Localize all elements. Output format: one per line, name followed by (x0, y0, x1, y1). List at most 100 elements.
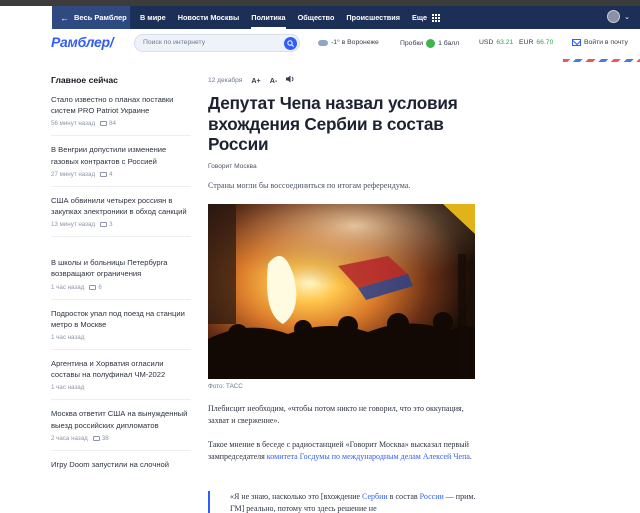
chevron-down-icon: ⌄ (624, 13, 630, 21)
article: 12 декабря A+ A- Депутат Чепа назвал усл… (208, 75, 478, 513)
all-rambler-label: Весь Рамблер (74, 13, 127, 22)
comments-count[interactable]: 4 (100, 171, 113, 178)
traffic-value: 1 балл (438, 40, 460, 47)
news-title[interactable]: Стало известно о планах поставки систем … (51, 94, 191, 116)
eur-rate[interactable]: EUR 66.70 (519, 39, 553, 46)
article-source[interactable]: Говорит Москва (208, 163, 478, 170)
news-title[interactable]: В Венгрии допустили изменение газовых ко… (51, 144, 191, 166)
list-item[interactable]: В Венгрии допустили изменение газовых ко… (51, 144, 191, 187)
article-meta: 12 декабря A+ A- (208, 75, 478, 85)
font-increase-button[interactable]: A+ (251, 76, 260, 85)
serbia-link[interactable]: Сербии (362, 492, 388, 501)
list-item[interactable]: Стало известно о планах поставки систем … (51, 94, 191, 137)
news-meta: 13 минут назад 3 (51, 221, 191, 228)
nav-item-more[interactable]: Еще (412, 12, 441, 23)
eur-label: EUR (519, 39, 534, 46)
list-item[interactable]: Игру Doom запустили на слочной (51, 459, 191, 478)
mail-icon (572, 39, 581, 46)
news-title[interactable]: США обвинили четырех россиян в закупках … (51, 195, 191, 217)
article-photo[interactable] (208, 204, 475, 379)
traffic-status-icon (426, 39, 436, 48)
cloud-icon (318, 39, 328, 46)
news-time: 1 час назад (51, 283, 85, 291)
usd-value: 63.21 (496, 39, 514, 46)
usd-label: USD (479, 39, 494, 46)
news-meta: 56 минут назад 84 (51, 120, 191, 127)
comment-icon (100, 222, 108, 228)
search-input[interactable]: Поиск по интернету (134, 34, 300, 52)
mail-login-link[interactable]: Войти в почту (572, 39, 628, 46)
quote-mid: в состав (387, 492, 420, 501)
photo-credit: Фото: ТАСС (208, 383, 243, 390)
comments-count[interactable]: 38 (92, 435, 109, 442)
list-item[interactable]: США обвинили четырех россиян в закупках … (51, 195, 191, 238)
list-item[interactable]: В школы и больницы Петербурга возвращают… (51, 257, 191, 300)
font-decrease-button[interactable]: A- (270, 76, 278, 85)
article-paragraph-2: Такое мнение в беседе с радиостанцией «Г… (208, 439, 476, 463)
ad-spacer (51, 245, 191, 257)
nav-item-world[interactable]: В мире (140, 13, 166, 22)
paragraph-end: . (469, 452, 472, 461)
russia-link[interactable]: России (420, 492, 444, 501)
search-button[interactable] (284, 37, 297, 50)
speaker-icon[interactable] (286, 75, 295, 85)
user-menu[interactable]: ⌄ (607, 10, 630, 23)
news-time: 2 часа назад (51, 434, 88, 442)
nav-item-incidents[interactable]: Происшествия (346, 13, 400, 22)
news-meta: 1 час назад 6 (51, 284, 191, 291)
traffic-widget[interactable]: Пробки 1 балл (400, 39, 459, 48)
news-title[interactable]: В школы и больницы Петербурга возвращают… (51, 257, 191, 279)
nav-item-society[interactable]: Общество (298, 13, 335, 22)
usd-rate[interactable]: USD 63.21 (479, 39, 513, 46)
news-title[interactable]: Аргентина и Хорватия огласили составы на… (51, 358, 191, 380)
news-meta: 27 минут назад 4 (51, 171, 191, 178)
traffic-label: Пробки (400, 40, 424, 47)
news-title[interactable]: Подросток упал под поезд на станции метр… (51, 308, 191, 330)
news-title[interactable]: Игру Doom запустили на слочной (51, 459, 191, 470)
mail-login-label: Войти в почту (584, 39, 628, 46)
committee-link[interactable]: комитета Госдумы по международным делам … (267, 452, 470, 461)
news-time: 27 минут назад (51, 170, 96, 178)
article-paragraph-1: Плебисцит необходим, «чтобы потом никто … (208, 404, 464, 425)
article-date: 12 декабря (208, 76, 243, 84)
nav-more-label: Еще (412, 12, 428, 22)
nav-items: В мире Новости Москвы Политика Общество … (140, 6, 441, 29)
article-title: Депутат Чепа назвал условия вхождения Се… (208, 93, 458, 154)
list-item[interactable]: Подросток упал под поезд на станции метр… (51, 308, 191, 351)
arrow-left-icon: ← (60, 12, 69, 23)
all-rambler-button[interactable]: ← Весь Рамблер (52, 6, 130, 29)
news-meta: 2 часа назад 38 (51, 435, 191, 442)
nav-item-politics[interactable]: Политика (251, 13, 287, 29)
mail-envelope-stripe (563, 59, 640, 62)
comment-icon (100, 121, 108, 127)
nav-item-moscow[interactable]: Новости Москвы (178, 13, 240, 22)
list-item[interactable]: Аргентина и Хорватия огласили составы на… (51, 358, 191, 401)
comment-icon (100, 171, 108, 177)
comment-icon (92, 435, 100, 441)
eur-value: 66.70 (536, 39, 554, 46)
protest-flare-photo (208, 204, 475, 379)
sidebar-title: Главное сейчас (51, 75, 118, 85)
news-time: 1 час назад (51, 334, 85, 342)
search-placeholder: Поиск по интернету (143, 39, 206, 46)
comments-value: 84 (109, 120, 116, 128)
comments-count[interactable]: 6 (89, 284, 102, 291)
search-icon (287, 40, 294, 47)
main-now-sidebar: Главное сейчас Стало известно о планах п… (51, 75, 191, 486)
grid-icon (432, 14, 441, 23)
news-meta: 1 час назад (51, 384, 191, 391)
comments-count[interactable]: 3 (100, 221, 113, 229)
comments-value: 3 (109, 221, 113, 229)
news-time: 56 минут назад (51, 120, 96, 128)
news-title[interactable]: Москва ответит США на вынужденный выезд … (51, 408, 191, 430)
article-lead: Страны могли бы воссоединиться по итогам… (208, 181, 411, 190)
news-time: 13 минут назад (51, 221, 96, 229)
weather-text: -1° в Воронеже (331, 39, 379, 46)
rambler-logo[interactable]: Рамблер/ (51, 34, 114, 50)
comments-count[interactable]: 84 (100, 120, 116, 127)
weather-widget[interactable]: -1° в Воронеже (318, 39, 379, 46)
quote-text: «Я не знаю, насколько это [вхождение (230, 492, 363, 501)
top-nav-bar: ← Весь Рамблер В мире Новости Москвы Пол… (52, 6, 640, 29)
comment-icon (89, 284, 97, 290)
list-item[interactable]: Москва ответит США на вынужденный выезд … (51, 408, 191, 451)
